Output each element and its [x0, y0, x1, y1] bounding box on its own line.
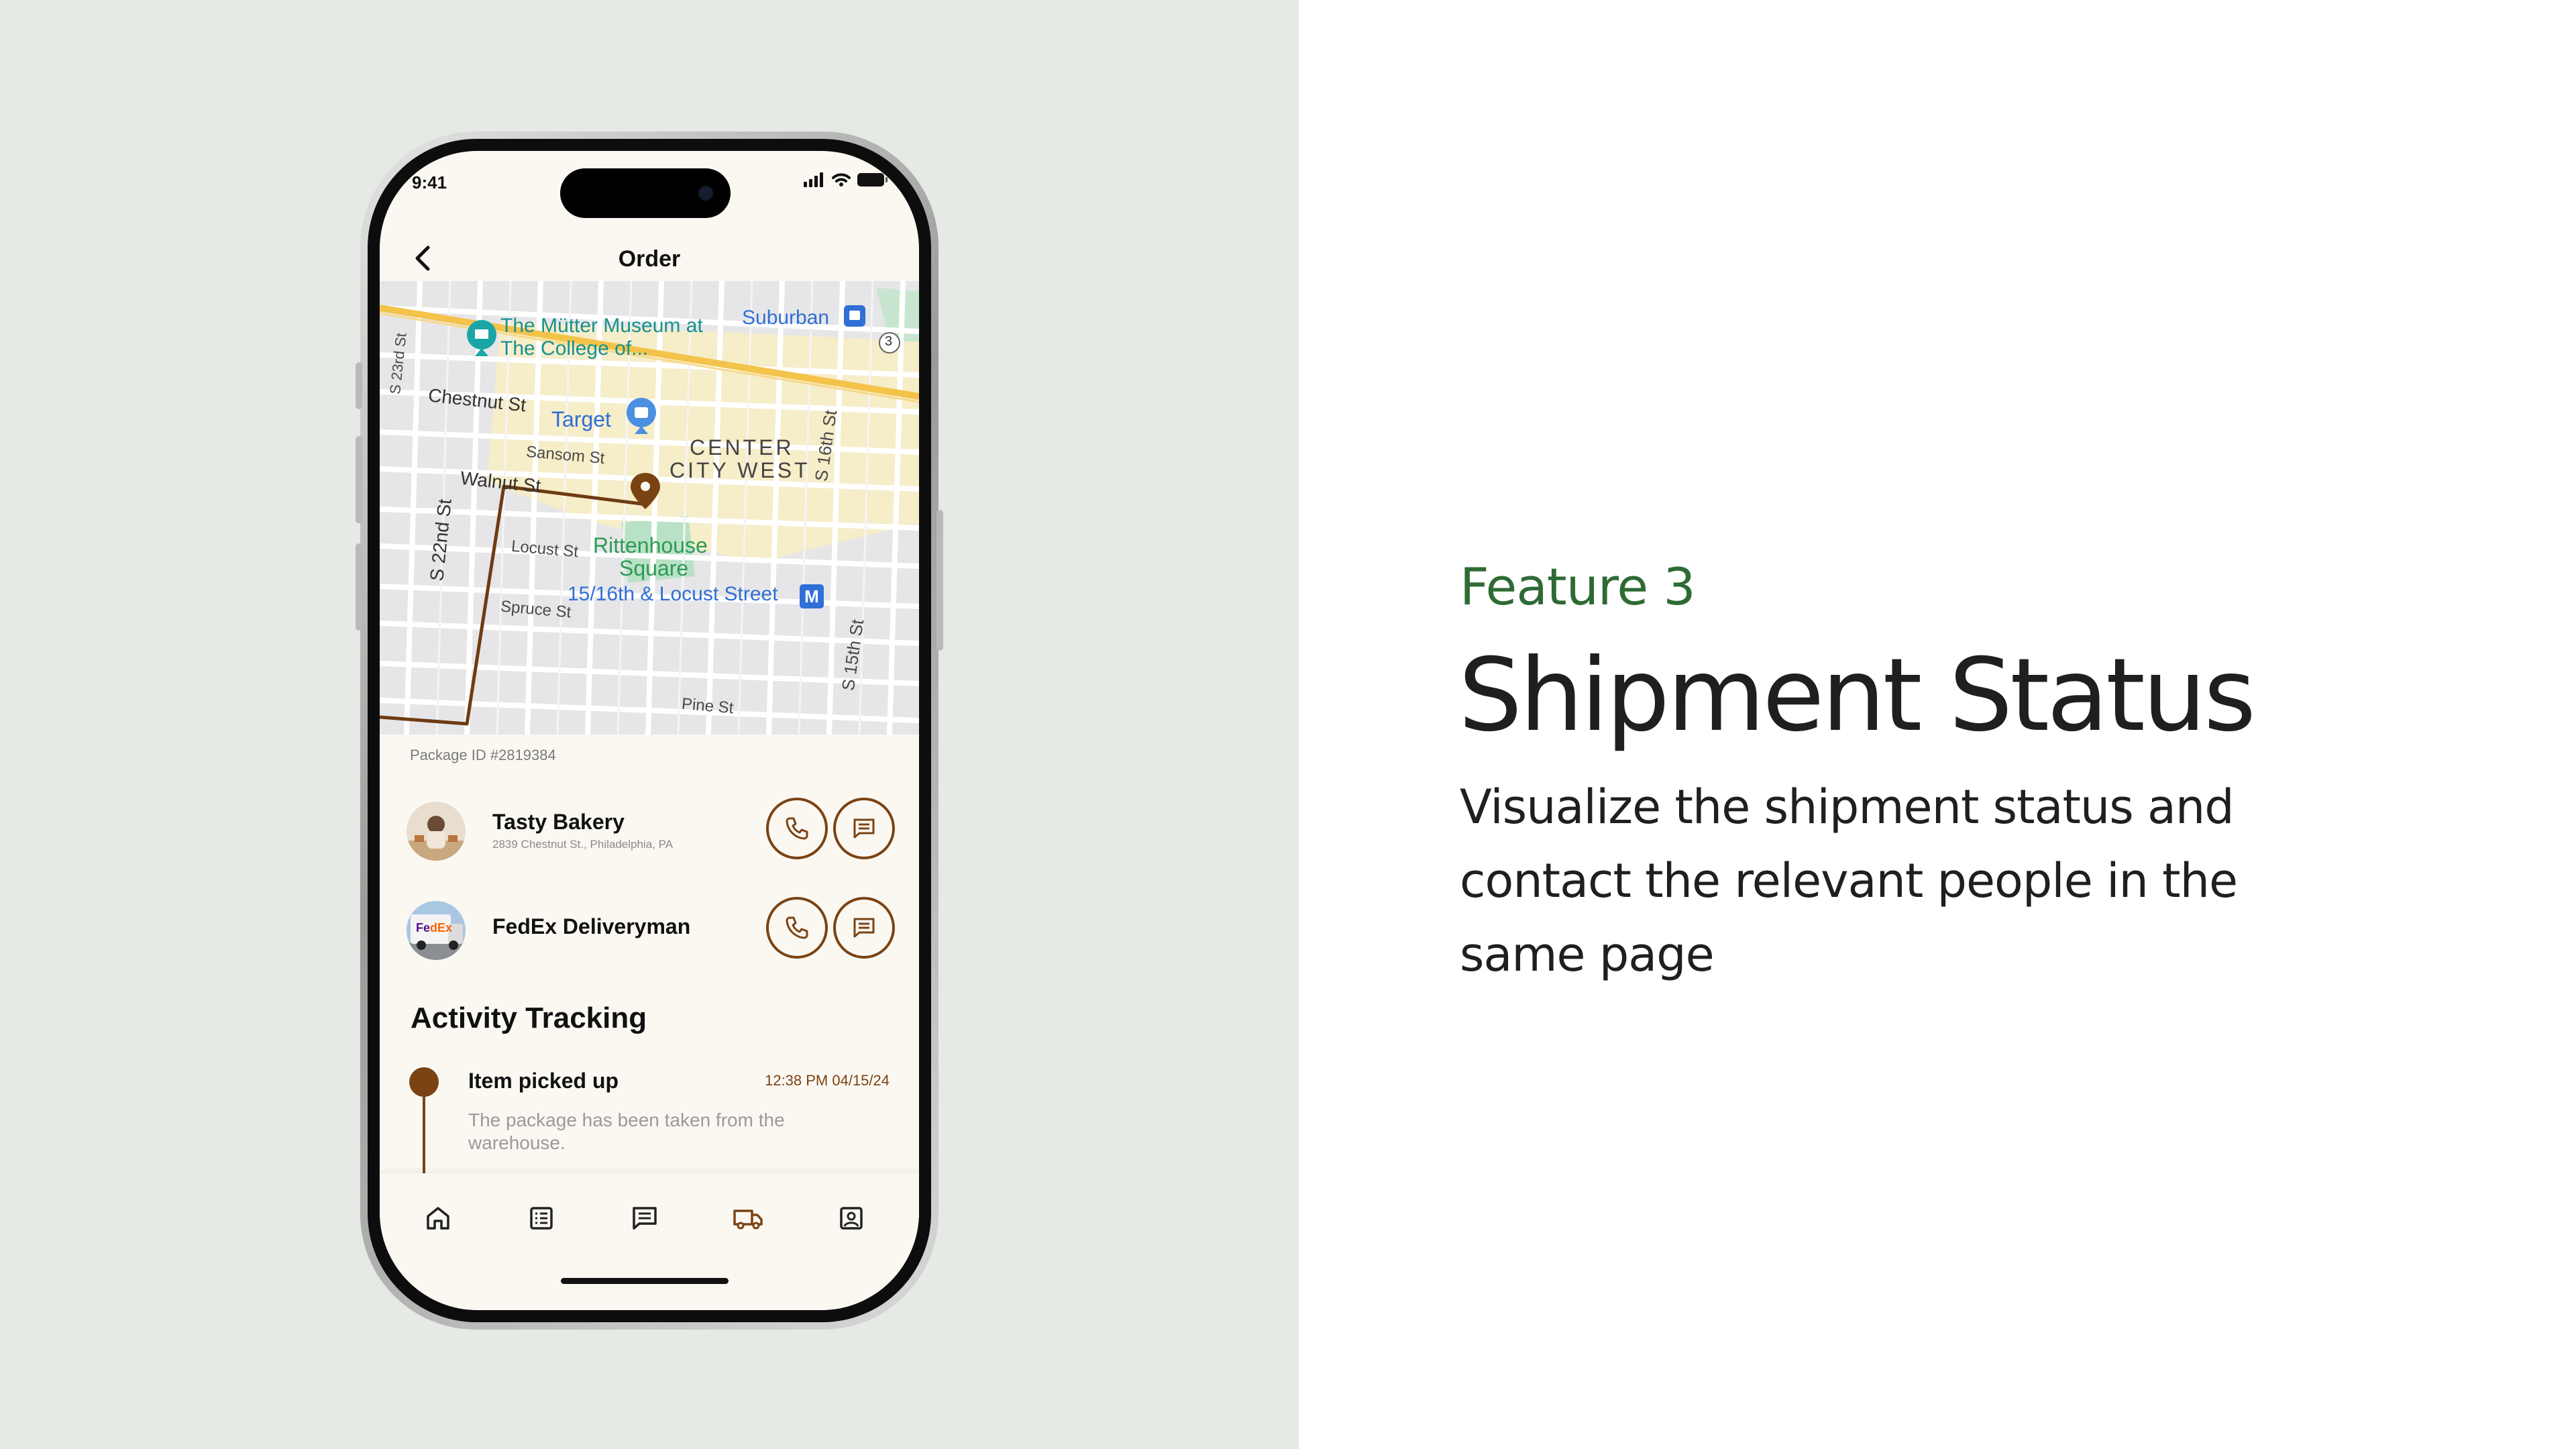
- page-title: Order: [618, 246, 681, 272]
- wifi-icon: [832, 173, 851, 186]
- contact-name: FedEx Deliveryman: [492, 914, 691, 938]
- svg-text:Fe: Fe: [416, 921, 430, 934]
- camera-icon: [698, 186, 713, 201]
- avatar: [407, 802, 466, 861]
- feature-label: Feature 3: [1460, 557, 1696, 616]
- timeline-dot: [409, 1067, 439, 1097]
- map-label-route-badge: 3: [885, 334, 893, 349]
- map-view[interactable]: M The Mütter Museum at The College of...…: [380, 281, 919, 735]
- volume-up-button: [356, 436, 362, 523]
- feature-title: Shipment Status: [1458, 637, 2256, 754]
- contact-address: 2839 Chestnut St., Philadelphia, PA: [492, 838, 674, 851]
- tab-profile[interactable]: [835, 1201, 868, 1235]
- map-label-suburban: Suburban: [742, 307, 830, 329]
- section-title: Activity Tracking: [411, 1002, 647, 1034]
- svg-text:dEx: dEx: [430, 921, 452, 934]
- contact-name: Tasty Bakery: [492, 810, 625, 834]
- message-button[interactable]: [833, 897, 895, 959]
- phone-screen: 9:41 Order M The Mütter Museum at The Co…: [380, 151, 919, 1310]
- map-label-mutter: The Mütter Museum at: [500, 315, 703, 337]
- map-label-center-city-2: CITY WEST: [669, 458, 810, 482]
- message-icon: [853, 818, 875, 839]
- status-time: 9:41: [412, 172, 447, 193]
- svg-text:M: M: [804, 586, 819, 606]
- tab-bar: [380, 1173, 919, 1310]
- tab-home[interactable]: [421, 1201, 455, 1235]
- timeline-line: [423, 1090, 425, 1177]
- signal-icon: [804, 172, 823, 187]
- action-button: [356, 362, 362, 409]
- map-label-rittenhouse-2: Square: [619, 556, 689, 580]
- truck-icon: [733, 1210, 763, 1230]
- battery-icon: [857, 173, 888, 186]
- contact-row-fedex: Fe dEx FedEx Deliveryman: [407, 894, 895, 961]
- call-button[interactable]: [766, 897, 828, 959]
- chat-icon: [633, 1207, 657, 1230]
- avatar: Fe dEx: [407, 901, 466, 960]
- volume-down-button: [356, 543, 362, 631]
- map-label-mutter-2: The College of...: [500, 337, 649, 360]
- map-label-rittenhouse: Rittenhouse: [593, 533, 708, 557]
- message-button[interactable]: [833, 798, 895, 859]
- phone-icon: [786, 817, 808, 840]
- contact-row-bakery: Tasty Bakery 2839 Chestnut St., Philadel…: [407, 795, 895, 862]
- message-icon: [853, 918, 875, 938]
- phone-icon: [786, 916, 808, 939]
- power-button: [936, 510, 943, 651]
- profile-icon: [840, 1207, 863, 1230]
- home-icon: [427, 1207, 449, 1230]
- tab-messages[interactable]: [628, 1201, 661, 1235]
- home-indicator: [561, 1278, 729, 1284]
- map-label-target: Target: [551, 407, 611, 431]
- call-button[interactable]: [766, 798, 828, 859]
- map-streets: M: [380, 281, 919, 735]
- event-description: The package has been taken from the ware…: [468, 1110, 785, 1153]
- event-time: 12:38 PM 04/15/24: [765, 1072, 890, 1089]
- event-title: Item picked up: [468, 1069, 619, 1093]
- list-icon: [530, 1207, 553, 1230]
- package-id: Package ID #2819384: [410, 747, 556, 763]
- status-icons: [804, 170, 888, 190]
- map-label-center-city: CENTER: [690, 435, 794, 460]
- map-label-locust-station: 15/16th & Locust Street: [568, 583, 778, 605]
- tab-orders[interactable]: [525, 1201, 558, 1235]
- dynamic-island: [560, 168, 731, 218]
- feature-description: Visualize the shipment status and contac…: [1460, 780, 2238, 982]
- tab-delivery[interactable]: [731, 1201, 765, 1235]
